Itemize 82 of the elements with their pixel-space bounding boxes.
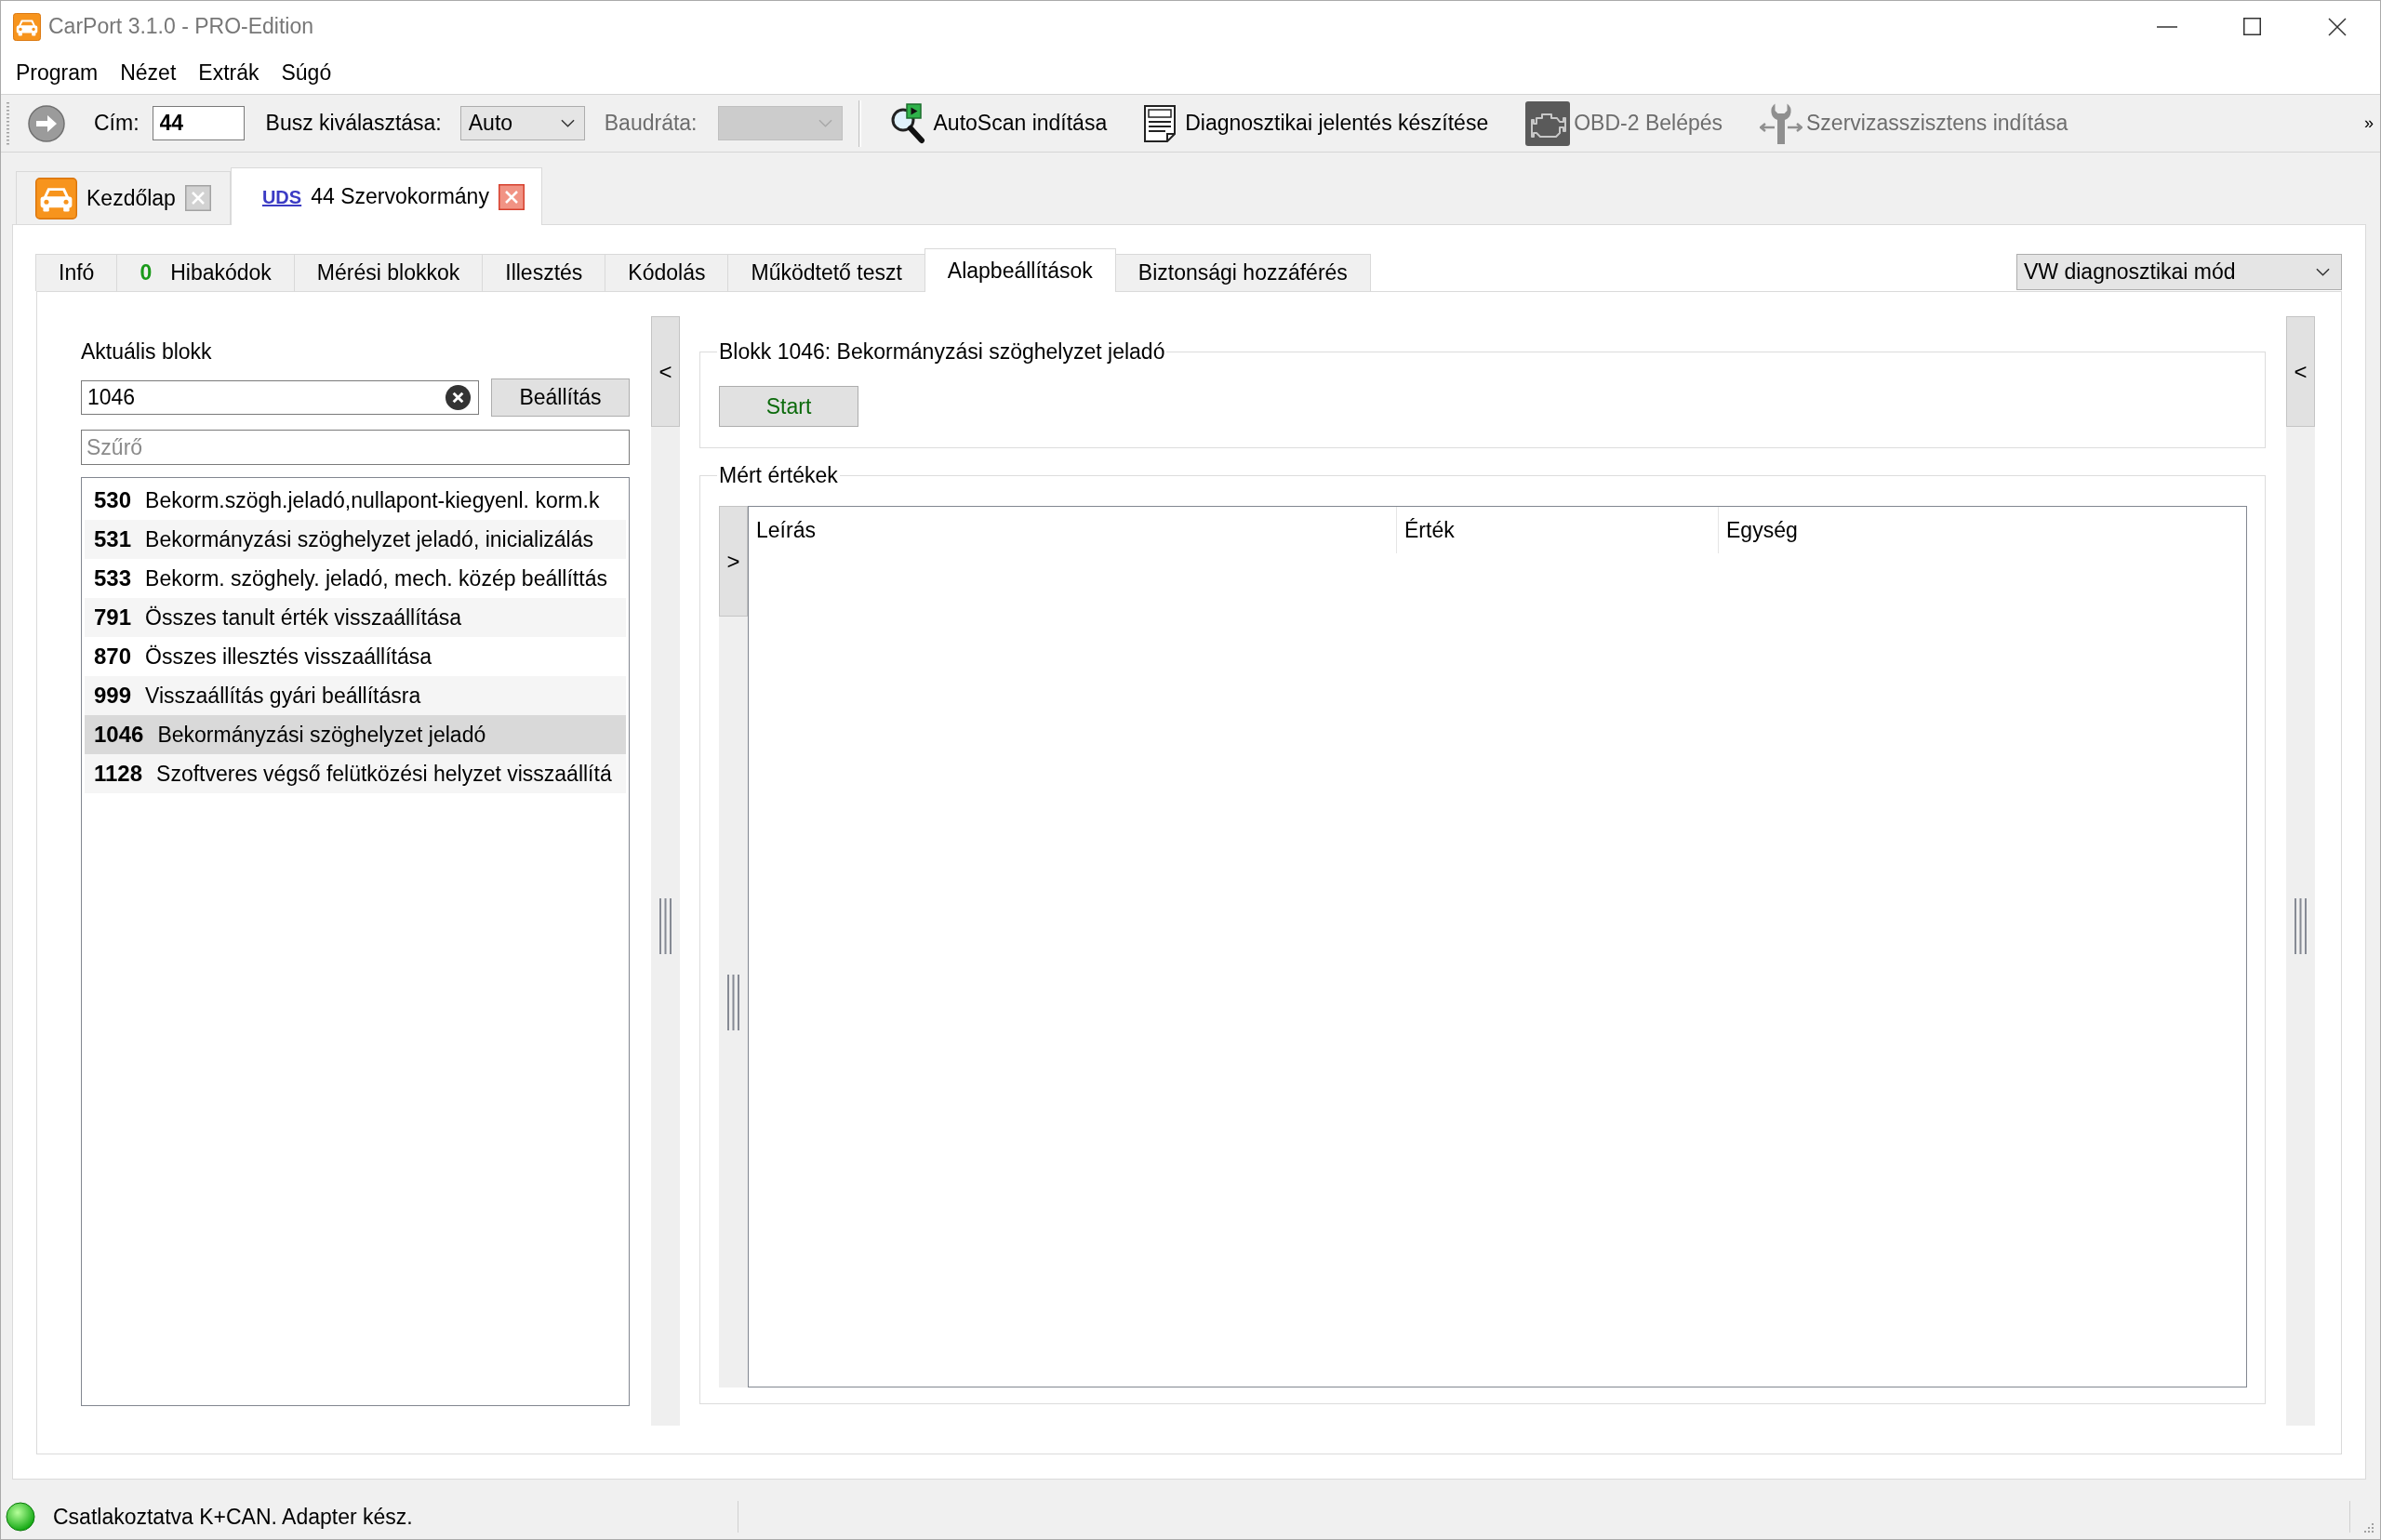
block-number: 1046 xyxy=(94,721,144,749)
collapse-button[interactable]: < xyxy=(2286,316,2315,427)
list-item[interactable]: 791 Összes tanult érték visszaállítása xyxy=(85,598,626,637)
list-item[interactable]: 1046 Bekormányzási szöghelyzet jeladó xyxy=(85,715,626,754)
tab[interactable]: Működtető teszt xyxy=(727,254,925,291)
tab[interactable]: Infó xyxy=(35,254,118,291)
menu-item[interactable]: Extrák xyxy=(187,52,271,94)
document-tab[interactable]: UDS 44 Szervokormány xyxy=(230,167,542,225)
overflow-button[interactable]: » xyxy=(2364,111,2374,136)
protocol-label: UDS xyxy=(261,185,302,209)
tab[interactable]: Mérési blokkok xyxy=(293,254,484,291)
block-number: 533 xyxy=(94,564,132,592)
mode-dropdown[interactable]: VW diagnosztikai mód xyxy=(2016,254,2342,290)
menu-item[interactable]: Nézet xyxy=(109,52,188,94)
tab[interactable]: Illesztés xyxy=(482,254,606,291)
apply-button[interactable]: Beállítás xyxy=(491,378,630,417)
grip-icon xyxy=(727,974,739,1030)
start-button[interactable]: Start xyxy=(719,386,858,427)
report-button[interactable]: Diagnosztikai jelentés készítése xyxy=(1144,104,1489,142)
list-item[interactable]: 1128 Szoftveres végső felütközési helyzet visszaállítá xyxy=(85,754,626,793)
tab[interactable]: Biztonsági hozzáférés xyxy=(1114,254,1371,291)
status-text: Csatlakoztatva K+CAN. Adapter kész. xyxy=(53,1503,413,1531)
address-label: Cím: xyxy=(94,110,140,138)
collapse-button[interactable]: < xyxy=(651,316,680,427)
car-icon xyxy=(35,177,77,219)
expand-button[interactable]: > xyxy=(719,506,748,617)
block-description: Visszaállítás gyári beállításra xyxy=(145,682,421,710)
column-header[interactable]: Leírás xyxy=(749,507,1397,553)
minimize-icon[interactable] xyxy=(2157,25,2177,28)
bus-label: Busz kiválasztása: xyxy=(265,110,442,138)
column-header[interactable]: Egység xyxy=(1719,507,2246,553)
block-description: Szoftveres végső felütközési helyzet visszaállítá xyxy=(156,760,612,788)
splitter[interactable]: < xyxy=(2286,316,2315,1426)
section-label: Aktuális blokk xyxy=(81,339,212,365)
grip-icon xyxy=(2295,898,2307,954)
block-number: 870 xyxy=(94,643,132,670)
chevron-down-icon xyxy=(2316,268,2330,276)
bus-dropdown[interactable]: Auto xyxy=(459,106,585,140)
filter-field[interactable]: Szűrő xyxy=(81,430,630,465)
block-number: 791 xyxy=(94,604,132,631)
grip-icon xyxy=(7,101,9,145)
tab[interactable]: 0 Hibakódok xyxy=(116,254,295,291)
list-item[interactable]: 531 Bekormányzási szöghelyzet jeladó, inicializálás xyxy=(85,520,626,559)
tab[interactable]: Alapbeállítások xyxy=(924,248,1116,292)
maximize-icon[interactable] xyxy=(2243,18,2261,35)
block-description: Bekormányzási szöghelyzet jeladó xyxy=(157,721,486,749)
chevron-down-icon xyxy=(560,119,575,127)
tab[interactable]: Kódolás xyxy=(605,254,729,291)
group-title: Mért értékek xyxy=(718,462,839,488)
block-description: Összes illesztés visszaállítása xyxy=(145,643,432,670)
block-description: Bekorm.szögh.jeladó,nullapont-kiegyenl. korm.k xyxy=(145,486,600,514)
group-title: Blokk 1046: Bekormányzási szöghelyzet jeladó xyxy=(718,339,1166,365)
baud-rate-label: Baudráta: xyxy=(604,110,698,138)
window-title: CarPort 3.1.0 - PRO-Edition xyxy=(48,13,314,41)
block-description: Összes tanult érték visszaállítása xyxy=(145,604,462,631)
block-number: 531 xyxy=(94,525,132,553)
address-field[interactable]: 44 xyxy=(152,106,245,140)
splitter[interactable]: > xyxy=(719,506,748,1387)
block-description: Bekorm. szöghely. jeladó, mech. közép beállíttás xyxy=(145,564,607,592)
block-field[interactable]: 1046 xyxy=(81,380,479,415)
menu-item[interactable]: Súgó xyxy=(270,52,343,94)
block-number: 999 xyxy=(94,682,132,710)
menu-item[interactable]: Program xyxy=(5,52,110,94)
document-tab[interactable]: Kezdőlap xyxy=(16,171,231,224)
block-number: 530 xyxy=(94,486,132,514)
clear-icon[interactable] xyxy=(445,384,472,411)
chevron-down-icon xyxy=(818,119,832,127)
arrow-right-icon[interactable] xyxy=(28,104,65,142)
close-icon[interactable] xyxy=(2328,17,2347,36)
list-item[interactable]: 999 Visszaállítás gyári beállításra xyxy=(85,676,626,715)
splitter[interactable]: < xyxy=(651,316,680,1426)
document-icon xyxy=(1144,104,1177,142)
block-description: Bekormányzási szöghelyzet jeladó, inicializálás xyxy=(145,525,593,553)
car-icon xyxy=(13,12,41,41)
engine-icon xyxy=(1525,100,1571,146)
resize-grip-icon[interactable] xyxy=(2361,1522,2374,1535)
autoscan-button[interactable]: AutoScan indítása xyxy=(888,102,1108,144)
grip-icon xyxy=(659,898,672,954)
error-count: 0 xyxy=(140,259,153,287)
column-header[interactable]: Érték xyxy=(1397,507,1719,553)
block-number: 1128 xyxy=(94,760,143,788)
wrench-icon xyxy=(1760,101,1802,145)
